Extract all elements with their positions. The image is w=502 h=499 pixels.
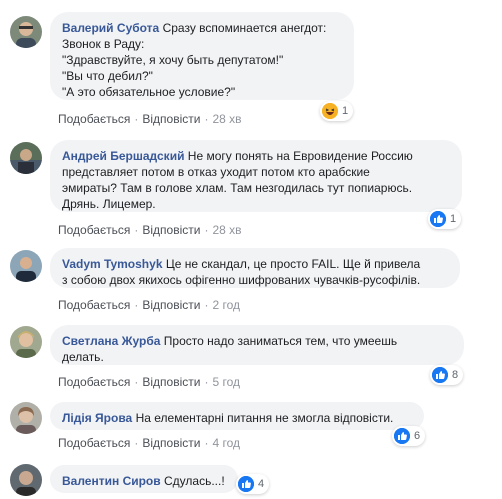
comment-bubble: Валентин Сиров Сдулась...! bbox=[50, 465, 238, 493]
reaction-summary[interactable]: 1 bbox=[428, 209, 462, 229]
comment-actions: Подобається · Відповісти · 28 хв bbox=[58, 223, 242, 237]
avatar[interactable] bbox=[10, 142, 42, 174]
comment-text: На елементарні питання не змогла відпові… bbox=[135, 411, 394, 425]
like-icon bbox=[430, 211, 446, 227]
reaction-summary[interactable]: 4 bbox=[236, 474, 270, 494]
comment-time[interactable]: 5 год bbox=[212, 375, 240, 389]
reaction-count: 6 bbox=[414, 430, 421, 442]
comment-time[interactable]: 2 год bbox=[212, 298, 240, 312]
comment-author[interactable]: Светлана Журба bbox=[62, 334, 160, 348]
comment-actions: Подобається · Відповісти · 4 год bbox=[58, 436, 240, 450]
comment-actions: Подобається · Відповісти · 28 хв bbox=[58, 112, 242, 126]
avatar[interactable] bbox=[10, 326, 42, 358]
comment-bubble: Светлана Журба Просто надо заниматься те… bbox=[50, 325, 464, 365]
like-link[interactable]: Подобається bbox=[58, 223, 130, 237]
reply-link[interactable]: Відповісти bbox=[142, 298, 200, 312]
reply-link[interactable]: Відповісти bbox=[142, 112, 200, 126]
avatar[interactable] bbox=[10, 250, 42, 282]
reaction-summary[interactable]: 8 bbox=[430, 365, 464, 385]
reaction-summary[interactable]: 6 bbox=[392, 426, 426, 446]
reaction-count: 1 bbox=[342, 105, 349, 117]
comment-author[interactable]: Лідія Ярова bbox=[62, 411, 132, 425]
comment-bubble: Vadym Tymoshyk Це не скандал, це просто … bbox=[50, 248, 460, 288]
reply-link[interactable]: Відповісти bbox=[142, 223, 200, 237]
avatar[interactable] bbox=[10, 402, 42, 434]
comment-bubble: Валерий Субота Сразу вспоминается анегдо… bbox=[50, 12, 354, 100]
like-icon bbox=[394, 428, 410, 444]
reaction-count: 1 bbox=[450, 213, 457, 225]
comment-author[interactable]: Vadym Tymoshyk bbox=[62, 257, 163, 271]
reaction-summary[interactable]: 1 bbox=[320, 101, 354, 121]
haha-icon bbox=[322, 103, 338, 119]
reaction-count: 4 bbox=[258, 478, 265, 490]
comment-time[interactable]: 28 хв bbox=[212, 223, 241, 237]
like-link[interactable]: Подобається bbox=[58, 375, 130, 389]
comment-bubble: Лідія Ярова На елементарні питання не зм… bbox=[50, 402, 424, 430]
comment-time[interactable]: 4 год bbox=[212, 436, 240, 450]
avatar[interactable] bbox=[10, 464, 42, 496]
comment-author[interactable]: Андрей Бершадский bbox=[62, 149, 184, 163]
comment-bubble: Андрей Бершадский Не могу понять на Евро… bbox=[50, 140, 462, 212]
comment-actions: Подобається · Відповісти · 2 год bbox=[58, 298, 240, 312]
avatar[interactable] bbox=[10, 16, 42, 48]
reaction-count: 8 bbox=[452, 369, 459, 381]
comment-time[interactable]: 28 хв bbox=[212, 112, 241, 126]
comment-author[interactable]: Валерий Субота bbox=[62, 21, 159, 35]
like-link[interactable]: Подобається bbox=[58, 112, 130, 126]
like-icon bbox=[238, 476, 254, 492]
like-link[interactable]: Подобається bbox=[58, 436, 130, 450]
like-link[interactable]: Подобається bbox=[58, 298, 130, 312]
comment-text: Сдулась...! bbox=[164, 474, 225, 488]
comment-actions: Подобається · Відповісти · 5 год bbox=[58, 375, 240, 389]
comment-author[interactable]: Валентин Сиров bbox=[62, 474, 161, 488]
reply-link[interactable]: Відповісти bbox=[142, 436, 200, 450]
reply-link[interactable]: Відповісти bbox=[142, 375, 200, 389]
like-icon bbox=[432, 367, 448, 383]
